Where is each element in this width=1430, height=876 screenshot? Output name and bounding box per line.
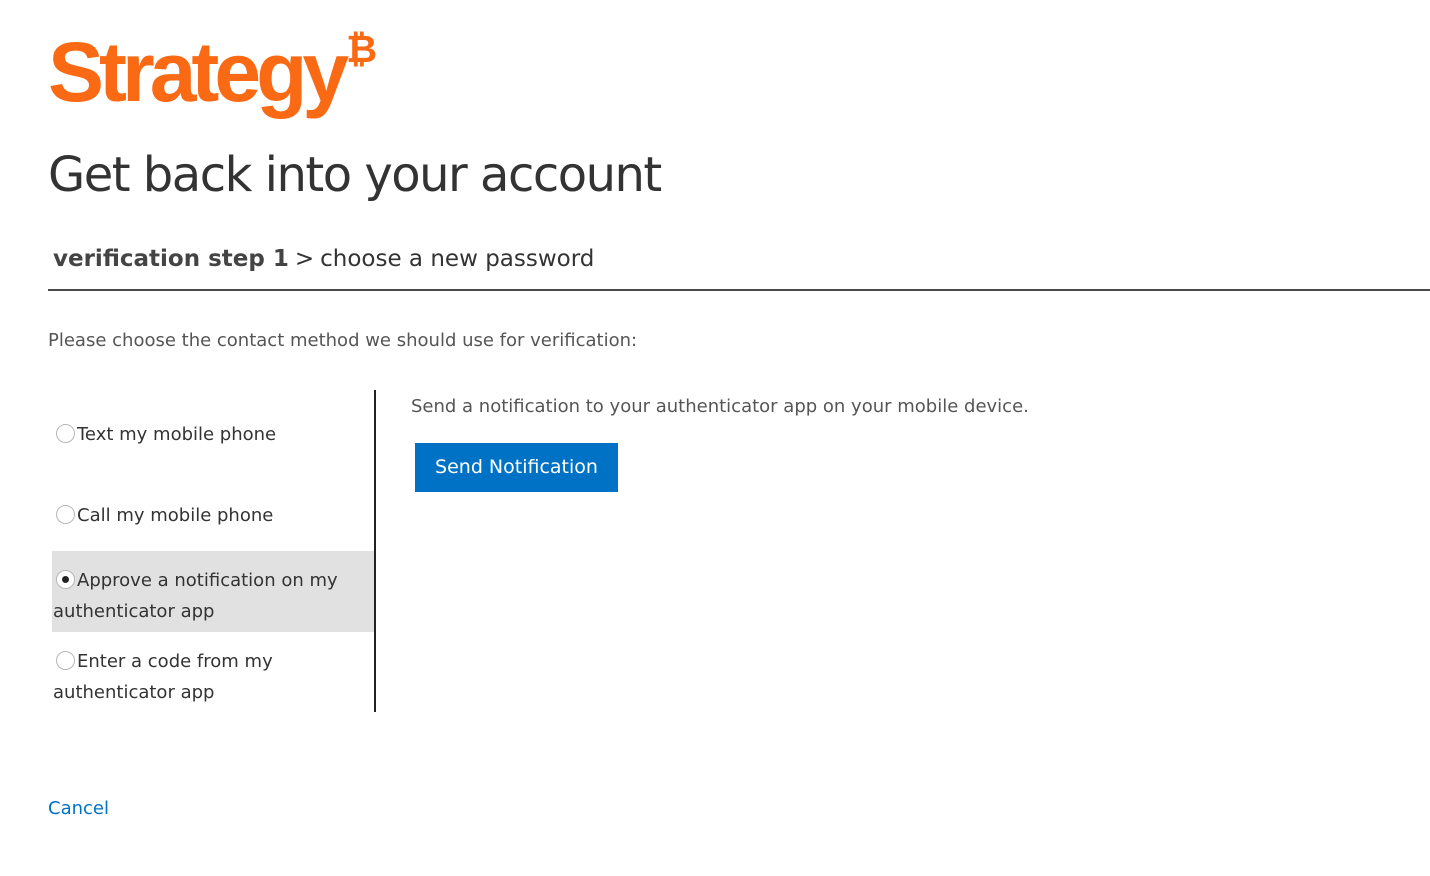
radio-button[interactable] [56,651,75,670]
method-description: Send a notification to your authenticato… [411,396,1029,417]
breadcrumb-current-step: verification step 1 [53,246,289,272]
breadcrumb: verification step 1 > choose a new passwor… [53,242,594,276]
method-option-approve-notification[interactable]: Approve a notification on my authenticat… [52,551,374,632]
method-option-label: Text my mobile phone [77,424,277,445]
breadcrumb-next-step: choose a new password [320,246,595,272]
radio-button-selected[interactable] [56,570,75,589]
method-option-enter-code[interactable]: Enter a code from my authenticator app [52,647,374,708]
strategy-logo: Strategy ₿ [48,22,377,132]
breadcrumb-separator: > [294,246,315,272]
send-notification-button[interactable]: Send Notification [415,443,618,492]
radio-button[interactable] [56,505,75,524]
method-option-label: Enter a code from my authenticator app [53,651,273,703]
method-option-label: Approve a notification on my authenticat… [53,570,338,622]
logo-wordmark: Strategy [48,25,349,119]
method-option-label: Call my mobile phone [77,505,274,526]
method-option-text-phone[interactable]: Text my mobile phone [52,420,374,451]
header-divider [48,289,1430,291]
radio-button[interactable] [56,424,75,443]
page-title: Get back into your account [48,147,662,203]
contact-method-list: Text my mobile phone Call my mobile phon… [52,390,376,712]
instructions-text: Please choose the contact method we shou… [48,330,638,351]
bitcoin-icon: ₿ [346,27,378,71]
cancel-link[interactable]: Cancel [48,796,109,822]
method-option-call-phone[interactable]: Call my mobile phone [52,501,374,532]
